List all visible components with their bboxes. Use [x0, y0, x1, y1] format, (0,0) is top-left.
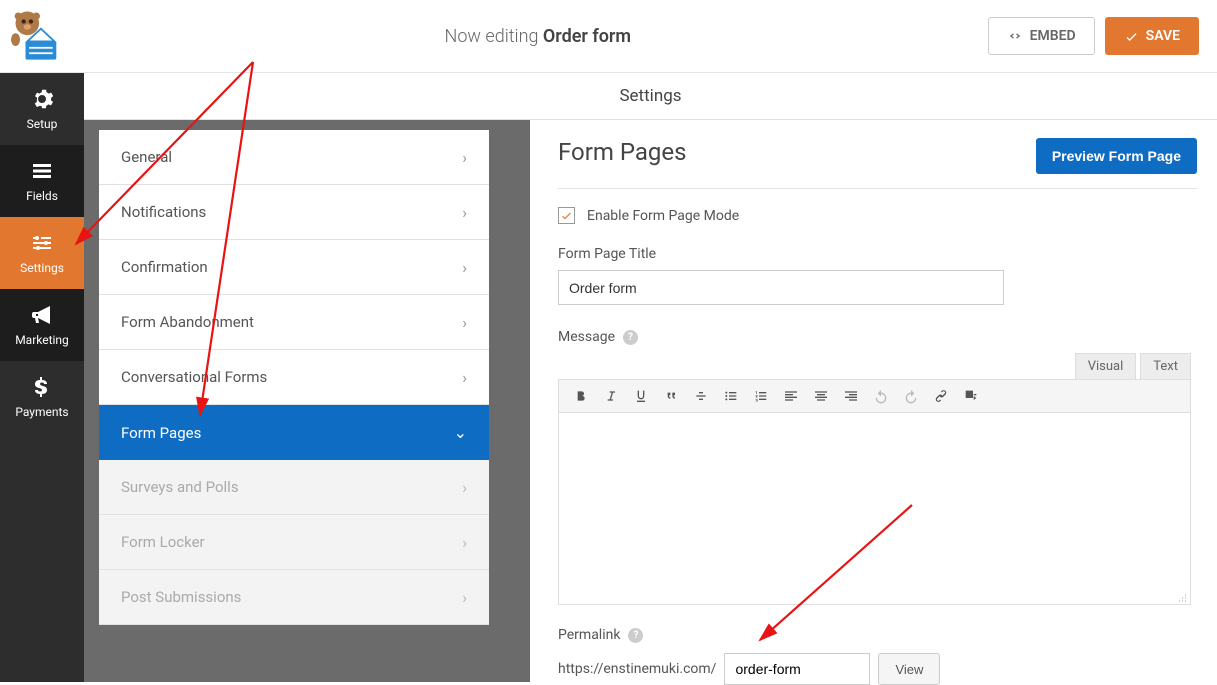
strike-button[interactable] — [687, 383, 715, 409]
top-bar: Now editing Order form EMBED SAVE — [0, 0, 1217, 73]
app-logo — [4, 7, 76, 65]
chevron-right-icon: › — [462, 533, 467, 552]
enable-form-page-label: Enable Form Page Mode — [587, 208, 739, 224]
chevron-right-icon: › — [462, 203, 467, 222]
sidebar-item-payments[interactable]: Payments — [0, 361, 84, 433]
sidebar-item-fields[interactable]: Fields — [0, 145, 84, 217]
message-editor[interactable] — [558, 413, 1191, 605]
enable-form-page-checkbox[interactable] — [558, 207, 575, 224]
settings-item-conversational-forms[interactable]: Conversational Forms › — [99, 350, 489, 405]
editor-tabs: Visual Text — [558, 353, 1191, 379]
bold-button[interactable] — [567, 383, 595, 409]
help-icon[interactable]: ? — [623, 330, 638, 345]
settings-item-label: General — [121, 148, 172, 166]
italic-button[interactable] — [597, 383, 625, 409]
chevron-right-icon: › — [462, 368, 467, 387]
settings-item-form-locker: Form Locker › — [99, 515, 489, 570]
ol-button[interactable] — [747, 383, 775, 409]
form-page-title-label: Form Page Title — [558, 246, 1197, 262]
settings-item-label: Form Abandonment — [121, 313, 254, 331]
chevron-right-icon: › — [462, 478, 467, 497]
chevron-right-icon: › — [462, 588, 467, 607]
underline-button[interactable] — [627, 383, 655, 409]
sliders-icon — [30, 231, 54, 255]
chevron-right-icon: › — [462, 258, 467, 277]
chevron-right-icon: › — [462, 148, 467, 167]
help-icon[interactable]: ? — [628, 628, 643, 643]
page-title: Now editing Order form — [88, 26, 988, 47]
permalink-label: Permalink ? — [558, 627, 1197, 643]
wpforms-logo-icon — [11, 7, 69, 65]
embed-button[interactable]: EMBED — [988, 17, 1095, 55]
content-header: Form Pages Preview Form Page — [558, 138, 1197, 189]
list-icon — [30, 159, 54, 183]
editor-toolbar — [558, 379, 1191, 413]
quote-button[interactable] — [657, 383, 685, 409]
sidebar-item-marketing[interactable]: Marketing — [0, 289, 84, 361]
bullhorn-icon — [30, 303, 54, 327]
view-permalink-button[interactable]: View — [878, 653, 940, 685]
check-icon — [1124, 29, 1139, 44]
settings-item-label: Conversational Forms — [121, 368, 267, 386]
permalink-slug-input[interactable] — [724, 653, 870, 685]
settings-accordion: General›Notifications›Confirmation›Form … — [99, 130, 489, 625]
ul-button[interactable] — [717, 383, 745, 409]
settings-item-notifications[interactable]: Notifications › — [99, 185, 489, 240]
sidebar-item-settings[interactable]: Settings — [0, 217, 84, 289]
form-pages-content: Form Pages Preview Form Page Enable Form… — [530, 120, 1197, 682]
link-button[interactable] — [927, 383, 955, 409]
permalink-prefix: https://enstinemuki.com/ — [558, 661, 716, 677]
settings-item-form-pages[interactable]: Form Pages ⌄ — [99, 405, 489, 460]
redo-button[interactable] — [897, 383, 925, 409]
settings-item-surveys-and-polls: Surveys and Polls › — [99, 460, 489, 515]
code-icon — [1007, 28, 1023, 44]
settings-item-label: Post Submissions — [121, 588, 241, 606]
settings-item-label: Surveys and Polls — [121, 478, 239, 496]
undo-button[interactable] — [867, 383, 895, 409]
form-page-title-input[interactable] — [558, 270, 1004, 305]
settings-item-label: Form Locker — [121, 533, 205, 551]
enable-form-page-row[interactable]: Enable Form Page Mode — [558, 207, 1197, 224]
settings-item-general[interactable]: General › — [99, 130, 489, 185]
editor-tab-text[interactable]: Text — [1140, 353, 1191, 379]
message-label: Message ? — [558, 329, 1197, 345]
settings-panel: General›Notifications›Confirmation›Form … — [84, 120, 530, 682]
save-button[interactable]: SAVE — [1105, 17, 1199, 55]
align-right-button[interactable] — [837, 383, 865, 409]
gear-icon — [30, 87, 54, 111]
editor-tab-visual[interactable]: Visual — [1075, 353, 1137, 379]
align-left-button[interactable] — [777, 383, 805, 409]
settings-item-label: Notifications — [121, 203, 206, 221]
form-pages-heading: Form Pages — [558, 138, 687, 166]
shortcode-button[interactable] — [957, 383, 985, 409]
settings-item-post-submissions: Post Submissions › — [99, 570, 489, 625]
settings-item-label: Form Pages — [121, 424, 201, 442]
top-buttons: EMBED SAVE — [988, 17, 1199, 55]
editing-formname: Order form — [543, 26, 631, 47]
align-center-button[interactable] — [807, 383, 835, 409]
chevron-down-icon: ⌄ — [454, 423, 467, 442]
sidebar-item-setup[interactable]: Setup — [0, 73, 84, 145]
resize-grip-icon[interactable] — [1178, 592, 1188, 602]
permalink-section: Permalink ? https://enstinemuki.com/ Vie… — [558, 627, 1197, 685]
preview-form-page-button[interactable]: Preview Form Page — [1036, 138, 1197, 174]
settings-title-bar: Settings — [84, 73, 1217, 120]
chevron-right-icon: › — [462, 313, 467, 332]
settings-item-label: Confirmation — [121, 258, 208, 276]
settings-item-confirmation[interactable]: Confirmation › — [99, 240, 489, 295]
icon-sidebar: Setup Fields Settings Marketing Payments — [0, 73, 84, 682]
dollar-icon — [30, 375, 54, 399]
check-icon — [560, 209, 573, 222]
editing-prefix: Now editing — [445, 26, 539, 47]
settings-item-form-abandonment[interactable]: Form Abandonment › — [99, 295, 489, 350]
